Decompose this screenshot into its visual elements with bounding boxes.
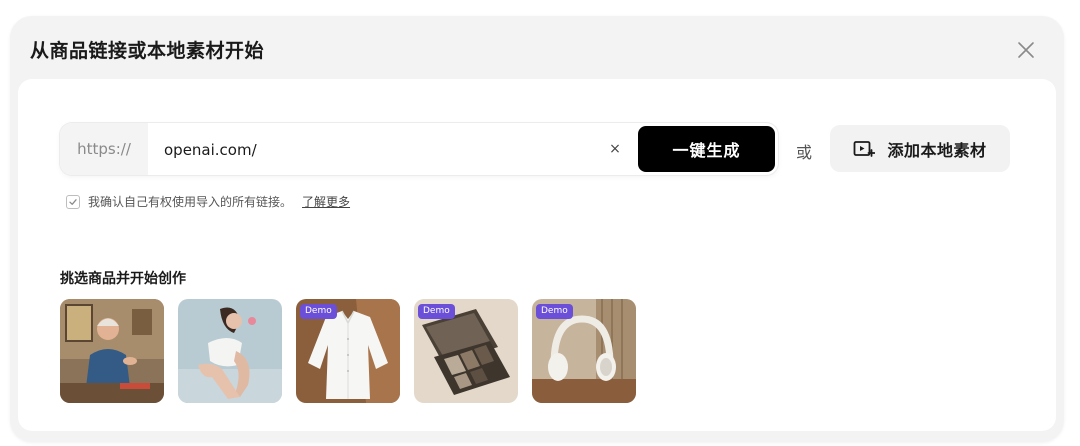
- demo-badge: Demo: [418, 304, 455, 319]
- product-thumb-headphones[interactable]: Demo: [532, 299, 636, 403]
- add-local-material-label: 添加本地素材: [887, 140, 987, 160]
- generate-button[interactable]: 一键生成: [638, 126, 775, 172]
- add-video-icon: [853, 139, 876, 159]
- close-icon: [1018, 42, 1034, 58]
- confirm-row: 我确认自己有权使用导入的所有链接。 了解更多: [66, 193, 350, 210]
- confirm-text: 我确认自己有权使用导入的所有链接。: [88, 195, 293, 209]
- url-bar: https:// × 一键生成: [60, 123, 778, 175]
- clear-url-button[interactable]: ×: [606, 140, 624, 158]
- product-thumb-eyeshadow[interactable]: Demo: [414, 299, 518, 403]
- clear-icon: ×: [609, 141, 621, 157]
- close-button[interactable]: [1014, 38, 1038, 62]
- learn-more-link[interactable]: 了解更多: [302, 193, 350, 210]
- product-thumb-woman[interactable]: [178, 299, 282, 403]
- add-local-material-button[interactable]: 添加本地素材: [830, 125, 1010, 172]
- demo-badge: Demo: [536, 304, 573, 319]
- check-icon: [69, 198, 77, 205]
- url-prefix: https://: [60, 123, 148, 175]
- dialog-title: 从商品链接或本地素材开始: [30, 40, 265, 62]
- url-input[interactable]: [162, 136, 586, 164]
- confirm-checkbox[interactable]: [66, 194, 80, 209]
- product-thumb-man[interactable]: [60, 299, 164, 403]
- man-speaking-image: [60, 299, 164, 403]
- section-title: 挑选商品并开始创作: [60, 271, 186, 287]
- woman-model-image: [178, 299, 282, 403]
- product-thumb-shirt[interactable]: Demo: [296, 299, 400, 403]
- or-separator: 或: [796, 143, 813, 162]
- main-panel: https:// × 一键生成 或 添加本地素材: [18, 79, 1056, 431]
- dialog: 从商品链接或本地素材开始 https:// × 一键生成 或 添加本地素材: [10, 16, 1064, 442]
- demo-badge: Demo: [300, 304, 337, 319]
